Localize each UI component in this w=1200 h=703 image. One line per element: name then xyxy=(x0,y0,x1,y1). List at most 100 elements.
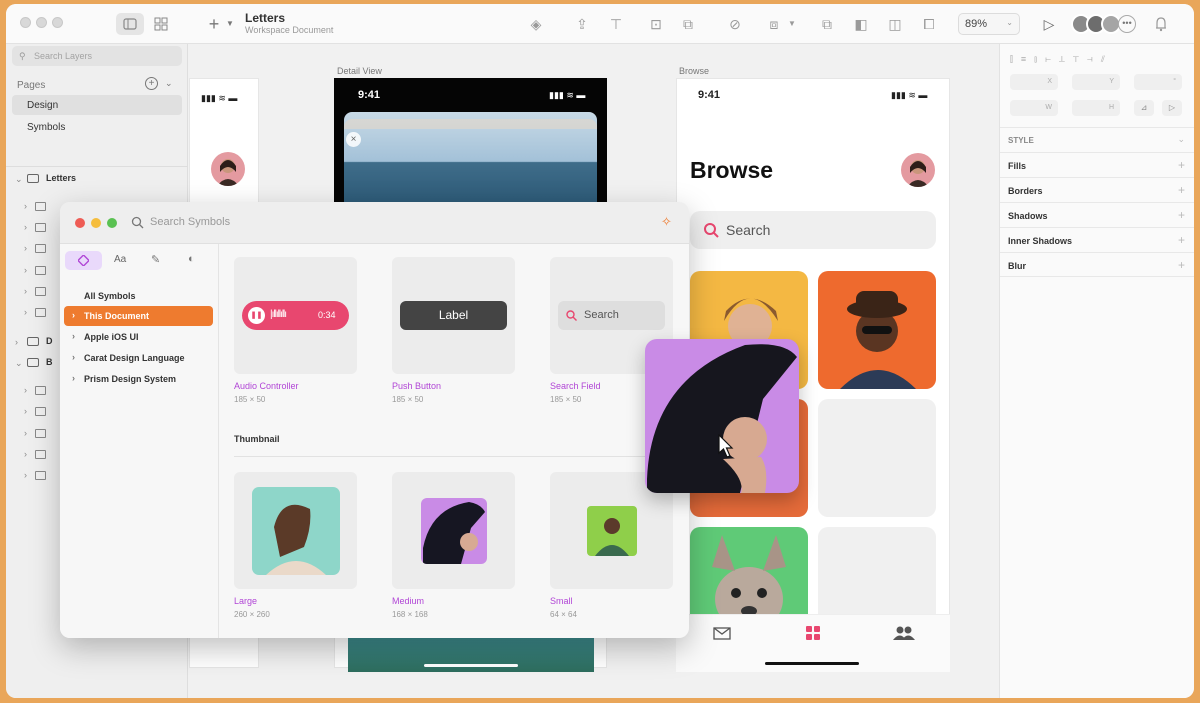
shadows-label: Shadows xyxy=(1008,211,1048,221)
symbol-card-large[interactable] xyxy=(234,472,357,589)
group-icon[interactable]: ⧉ xyxy=(678,14,698,34)
union-icon[interactable]: ⧉ xyxy=(817,14,837,34)
thumbnail-small-preview xyxy=(587,506,637,556)
height-field[interactable]: H xyxy=(1072,100,1120,116)
dialog-minimize-button[interactable] xyxy=(91,218,101,228)
home-indicator xyxy=(424,664,518,667)
chevron-down-icon[interactable]: ⌄ xyxy=(165,78,173,89)
dialog-close-button[interactable] xyxy=(75,218,85,228)
artboard-letters[interactable]: Letters xyxy=(46,173,76,183)
window-minimize-button[interactable] xyxy=(36,17,47,28)
zoom-select[interactable]: 89% ⌄ xyxy=(958,13,1020,35)
window-close-button[interactable] xyxy=(20,17,31,28)
grid-view-icon[interactable] xyxy=(151,14,171,34)
add-border-button[interactable]: + xyxy=(1178,183,1185,197)
page-item-symbols[interactable]: Symbols xyxy=(27,122,65,133)
add-fill-button[interactable]: + xyxy=(1178,158,1185,172)
tab-text-styles[interactable]: Aa xyxy=(114,254,126,265)
flip-icon[interactable]: ▷ xyxy=(1162,100,1182,116)
dialog-zoom-button[interactable] xyxy=(107,218,117,228)
chevron-right-icon[interactable]: › xyxy=(24,307,27,317)
close-icon[interactable]: × xyxy=(346,132,361,147)
pages-heading: Pages xyxy=(17,80,46,91)
sidebar-toggle-button[interactable] xyxy=(116,13,144,35)
chevron-down-icon[interactable]: ⌄ xyxy=(15,358,23,369)
style-section[interactable]: STYLE ⌄ xyxy=(1000,127,1194,152)
search-symbols-input[interactable]: Search Symbols xyxy=(150,216,230,228)
page-item-design[interactable]: Design xyxy=(27,100,58,111)
chevron-right-icon[interactable]: › xyxy=(24,201,27,211)
folder-icon xyxy=(35,429,46,438)
pin-icon[interactable]: ✧ xyxy=(661,214,672,230)
people-icon[interactable] xyxy=(893,625,915,646)
dragged-thumbnail[interactable] xyxy=(645,339,799,493)
bell-icon[interactable] xyxy=(1151,14,1171,34)
symbol-card-audio[interactable]: ❚❚ |ıllıllıllı 0:34 xyxy=(234,257,357,374)
chevron-right-icon[interactable]: › xyxy=(24,470,27,480)
grid-icon[interactable] xyxy=(806,626,820,645)
align-icon[interactable]: ⊤ xyxy=(606,14,626,34)
add-blur-button[interactable]: + xyxy=(1178,258,1185,272)
export-icon[interactable]: ⇪ xyxy=(572,14,592,34)
lock-ratio-icon[interactable]: ⊿ xyxy=(1134,100,1154,116)
tree-item-carat[interactable]: › Carat Design Language xyxy=(64,348,213,368)
chevron-right-icon[interactable]: › xyxy=(15,337,18,347)
align-tools[interactable]: ⫿≡⫾⊢⊥⊤⊣⫽ xyxy=(1010,54,1113,65)
envelope-icon[interactable] xyxy=(713,624,731,645)
artboard-detail[interactable]: D xyxy=(46,336,53,346)
add-inner-shadow-button[interactable]: + xyxy=(1178,233,1185,247)
chevron-down-icon[interactable]: ▼ xyxy=(782,14,802,34)
y-field[interactable]: Y xyxy=(1072,74,1120,90)
browse-search-placeholder: Search xyxy=(726,222,771,238)
chevron-right-icon: › xyxy=(72,310,75,320)
brush-icon[interactable]: ✎ xyxy=(151,253,160,266)
blur-row[interactable]: Blur + xyxy=(1000,252,1194,277)
photo-tile[interactable] xyxy=(818,271,936,389)
chevron-right-icon[interactable]: › xyxy=(24,265,27,275)
create-symbol-icon[interactable]: ⊡ xyxy=(646,14,666,34)
tree-item-apple-ios-ui[interactable]: › Apple iOS UI xyxy=(64,327,213,347)
tree-item-all-symbols[interactable]: All Symbols xyxy=(64,286,213,306)
more-icon[interactable]: ••• xyxy=(1118,15,1136,33)
chevron-down-icon[interactable]: ⌄ xyxy=(15,174,23,185)
fills-row[interactable]: Fills + xyxy=(1000,152,1194,177)
scale-icon[interactable]: ⧈ xyxy=(764,14,784,34)
artboard-label-browse: Browse xyxy=(679,66,710,76)
browse-search-field[interactable]: Search xyxy=(690,211,936,249)
borders-row[interactable]: Borders + xyxy=(1000,177,1194,202)
chevron-right-icon: › xyxy=(72,352,75,362)
play-icon[interactable]: ▷ xyxy=(1039,14,1059,34)
chevron-down-icon[interactable]: ▼ xyxy=(220,14,240,34)
chevron-right-icon[interactable]: › xyxy=(24,243,27,253)
chevron-right-icon[interactable]: › xyxy=(24,406,27,416)
tree-item-this-document[interactable]: › This Document xyxy=(64,306,213,326)
add-shadow-button[interactable]: + xyxy=(1178,208,1185,222)
symbol-card-medium[interactable] xyxy=(392,472,515,589)
symbol-icon[interactable]: ◈ xyxy=(526,14,546,34)
shadows-row[interactable]: Shadows + xyxy=(1000,202,1194,227)
window-zoom-button[interactable] xyxy=(52,17,63,28)
intersect-icon[interactable]: ◫ xyxy=(885,14,905,34)
symbols-dialog: Search Symbols ✧ Aa ✎ ◐ All Symbols › Thi… xyxy=(60,202,689,638)
mask-icon[interactable]: ⊘ xyxy=(725,14,745,34)
rotation-field[interactable]: ° xyxy=(1134,74,1182,90)
chevron-right-icon[interactable]: › xyxy=(24,222,27,232)
color-icon[interactable]: ◐ xyxy=(188,253,195,265)
artboard-browse[interactable]: B xyxy=(46,357,53,367)
search-layers-input[interactable]: Search Layers xyxy=(12,46,182,66)
tab-symbols[interactable] xyxy=(65,251,102,270)
photo-tile-empty[interactable] xyxy=(818,399,936,517)
difference-icon[interactable]: ⧠ xyxy=(919,14,939,34)
width-field[interactable]: W xyxy=(1010,100,1058,116)
x-field[interactable]: X xyxy=(1010,74,1058,90)
chevron-right-icon[interactable]: › xyxy=(24,286,27,296)
tree-item-prism[interactable]: › Prism Design System xyxy=(64,369,213,389)
avatar[interactable] xyxy=(901,153,935,187)
inner-shadows-row[interactable]: Inner Shadows + xyxy=(1000,227,1194,252)
add-page-button[interactable]: + xyxy=(145,77,158,90)
subtract-icon[interactable]: ◧ xyxy=(851,14,871,34)
chevron-right-icon[interactable]: › xyxy=(24,385,27,395)
symbol-card-push-button[interactable]: Label xyxy=(392,257,515,374)
chevron-right-icon[interactable]: › xyxy=(24,428,27,438)
chevron-right-icon[interactable]: › xyxy=(24,449,27,459)
